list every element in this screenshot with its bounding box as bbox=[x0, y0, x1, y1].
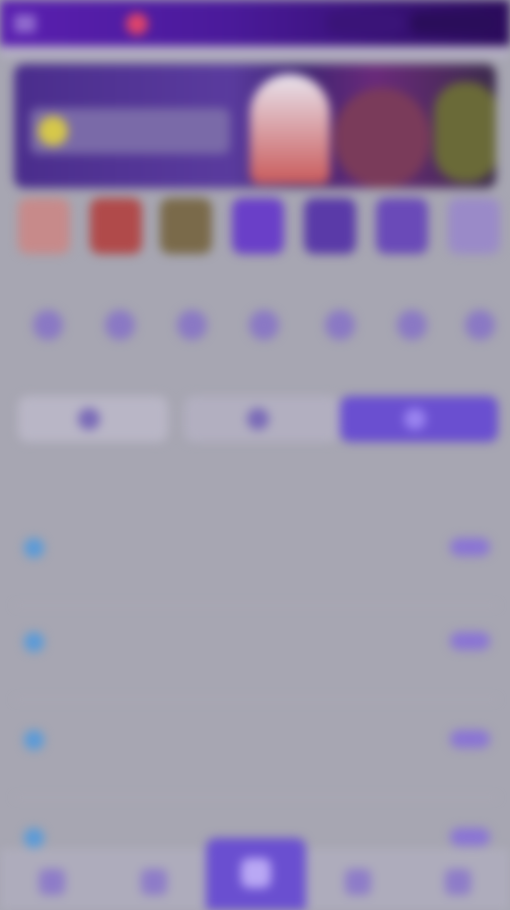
promo-banner[interactable] bbox=[14, 64, 496, 188]
tab-2[interactable] bbox=[184, 396, 340, 442]
menu-icon[interactable] bbox=[14, 16, 36, 31]
category-tabs bbox=[14, 396, 498, 444]
register-button[interactable] bbox=[410, 12, 496, 34]
item-badge bbox=[450, 730, 490, 748]
tab-icon bbox=[247, 408, 269, 430]
tab-icon bbox=[404, 408, 426, 430]
game-tile[interactable] bbox=[376, 198, 428, 254]
top-bar bbox=[0, 0, 510, 46]
quick-action-icon bbox=[33, 310, 63, 340]
item-icon bbox=[24, 730, 44, 750]
nav-icon bbox=[241, 858, 271, 888]
banner-badge bbox=[30, 108, 230, 154]
game-strip bbox=[14, 198, 510, 260]
game-tile[interactable] bbox=[160, 198, 212, 254]
list-item[interactable] bbox=[14, 520, 498, 606]
marquee-strip bbox=[0, 46, 510, 56]
nav-item[interactable] bbox=[408, 859, 508, 899]
game-tile[interactable] bbox=[232, 198, 284, 254]
nav-icon bbox=[141, 869, 167, 895]
game-tile[interactable] bbox=[448, 198, 500, 254]
quick-action-icon bbox=[325, 310, 355, 340]
game-tile[interactable] bbox=[90, 198, 142, 254]
game-tile[interactable] bbox=[18, 198, 70, 254]
item-icon bbox=[24, 828, 44, 848]
tab-1[interactable] bbox=[18, 396, 168, 442]
nav-icon bbox=[445, 869, 471, 895]
game-tile[interactable] bbox=[304, 198, 356, 254]
nav-item-active[interactable] bbox=[206, 838, 306, 910]
quick-action-icon bbox=[465, 310, 495, 340]
item-badge bbox=[450, 632, 490, 650]
banner-figure bbox=[250, 74, 330, 184]
banner-figure bbox=[334, 88, 430, 188]
quick-action[interactable] bbox=[312, 310, 368, 348]
sub-tabs bbox=[30, 458, 500, 474]
nav-item[interactable] bbox=[2, 859, 102, 899]
coin-icon bbox=[38, 116, 68, 146]
quick-action[interactable] bbox=[20, 310, 76, 348]
nav-icon bbox=[345, 869, 371, 895]
quick-actions bbox=[0, 300, 510, 390]
nav-item[interactable] bbox=[308, 859, 408, 899]
nav-icon bbox=[39, 869, 65, 895]
login-button[interactable] bbox=[326, 12, 404, 34]
list-item[interactable] bbox=[14, 712, 498, 798]
quick-action[interactable] bbox=[384, 310, 440, 348]
quick-action-icon bbox=[249, 310, 279, 340]
nav-item[interactable] bbox=[104, 859, 204, 899]
logo-mark-icon bbox=[126, 13, 148, 35]
item-icon bbox=[24, 538, 44, 558]
item-icon bbox=[24, 632, 44, 652]
tab-3-active[interactable] bbox=[340, 396, 498, 442]
quick-action[interactable] bbox=[92, 310, 148, 348]
banner-figure bbox=[434, 82, 496, 182]
item-badge bbox=[450, 538, 490, 556]
quick-action-icon bbox=[397, 310, 427, 340]
list-item[interactable] bbox=[14, 614, 498, 700]
quick-action[interactable] bbox=[452, 310, 508, 348]
tab-icon bbox=[78, 408, 100, 430]
quick-action[interactable] bbox=[164, 310, 220, 348]
item-badge bbox=[450, 828, 490, 846]
logo[interactable] bbox=[126, 12, 154, 36]
quick-action-icon bbox=[105, 310, 135, 340]
blurred-page bbox=[0, 0, 510, 910]
quick-action-icon bbox=[177, 310, 207, 340]
quick-action[interactable] bbox=[236, 310, 292, 348]
